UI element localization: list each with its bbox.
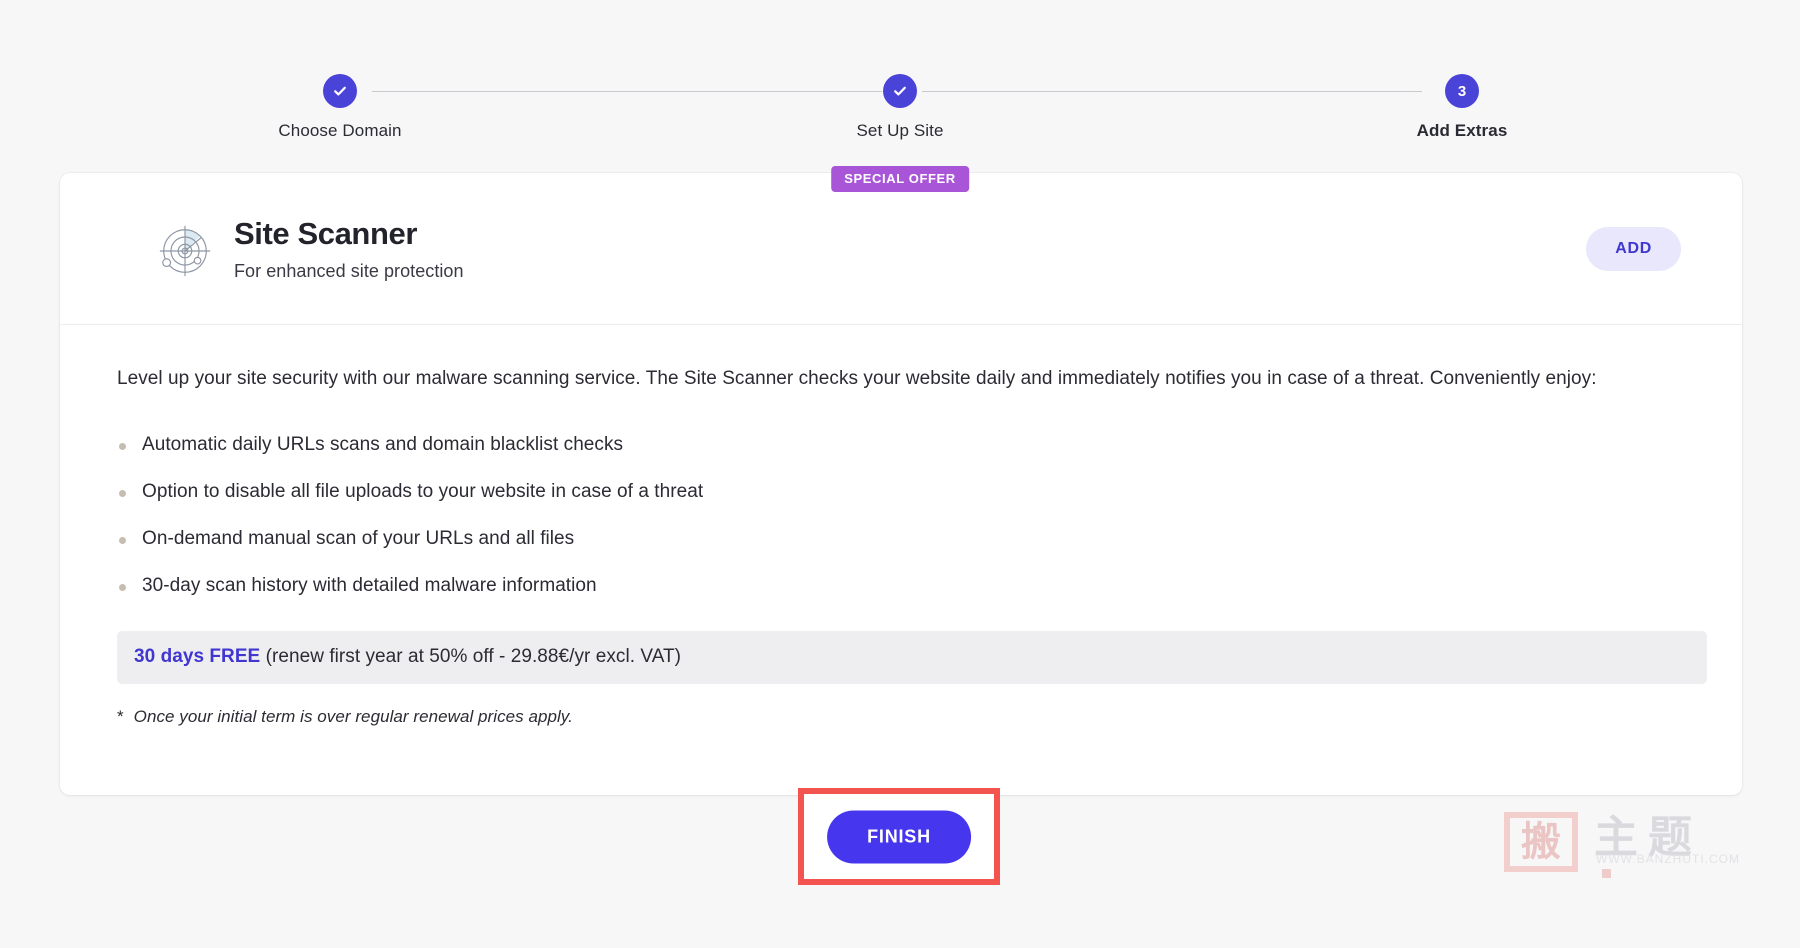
stepper-step-choose-domain[interactable]: Choose Domain — [220, 74, 460, 141]
description-paragraph: Level up your site security with our mal… — [117, 368, 1597, 389]
footnote-asterisk: * — [117, 706, 124, 726]
card-header: Site Scanner For enhanced site protectio… — [60, 173, 1742, 325]
stepper-label-2: Set Up Site — [856, 121, 944, 140]
product-text-block: Site Scanner For enhanced site protectio… — [234, 215, 464, 282]
check-icon — [883, 74, 917, 108]
card-body: Level up your site security with our mal… — [60, 325, 1742, 727]
finish-button[interactable]: FINISH — [827, 810, 971, 863]
list-item: 30-day scan history with detailed malwar… — [117, 575, 1685, 597]
watermark-url-text: WWW.BANZHUTI.COM — [1596, 852, 1740, 866]
stepper-label-3: Add Extras — [1416, 121, 1508, 140]
check-icon — [323, 74, 357, 108]
finish-button-annotation: FINISH — [798, 788, 1000, 885]
list-item: On-demand manual scan of your URLs and a… — [117, 528, 1685, 550]
stepper-step-add-extras[interactable]: 3 Add Extras — [1342, 74, 1582, 141]
watermark-seal: 搬 — [1504, 812, 1578, 872]
watermark: 搬 主题 WWW.BANZHUTI.COM — [1504, 812, 1744, 880]
stepper-label-1: Choose Domain — [278, 121, 402, 140]
footnote-text: Once your initial term is over regular r… — [133, 706, 573, 726]
page-title: Site Scanner — [234, 215, 418, 251]
price-details: (renew first year at 50% off - 29.88€/yr… — [260, 645, 682, 667]
site-scanner-card: Site Scanner For enhanced site protectio… — [60, 173, 1742, 795]
list-item: Option to disable all file uploads to yo… — [117, 481, 1685, 503]
stepper-step-set-up-site[interactable]: Set Up Site — [780, 74, 1020, 141]
add-button[interactable]: ADD — [1586, 226, 1681, 271]
renewal-footnote: * Once your initial term is over regular … — [117, 707, 1685, 727]
watermark-dot — [1602, 869, 1611, 879]
special-offer-badge: SPECIAL OFFER — [831, 166, 969, 192]
watermark-characters: 主题 — [1594, 812, 1702, 863]
watermark-url: WWW.BANZHUTI.COM — [1596, 852, 1744, 880]
price-banner: 30 days FREE (renew first year at 50% of… — [117, 630, 1707, 684]
price-free-highlight: 30 days FREE — [134, 645, 261, 667]
progress-stepper: Choose Domain Set Up Site 3 Add Extras — [0, 34, 1800, 140]
feature-list: Automatic daily URLs scans and domain bl… — [117, 434, 1685, 597]
list-item: Automatic daily URLs scans and domain bl… — [117, 434, 1685, 456]
radar-scanner-icon — [156, 222, 214, 280]
step-number-badge: 3 — [1445, 74, 1479, 108]
product-subtitle: For enhanced site protection — [234, 261, 464, 282]
